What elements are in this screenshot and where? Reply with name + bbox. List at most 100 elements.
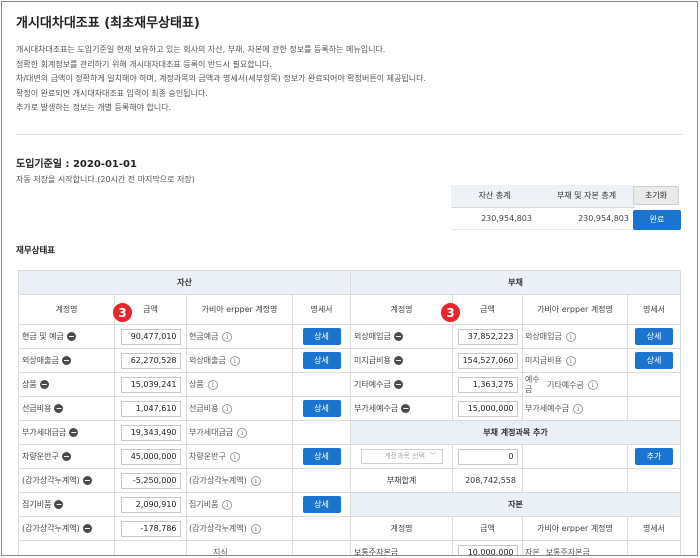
account-name: 기타예수금 — [354, 380, 391, 389]
erp-account-name: 부가세예수금 — [525, 404, 570, 413]
info-icon[interactable]: i — [250, 475, 261, 486]
col-erp-header: 가비아 erpper 계정명 — [522, 516, 628, 541]
col-erp-header: 가비아 erpper 계정명 — [186, 294, 293, 325]
table-row: 부가세대급금 − 19,343,490 부가세대급금 i 부채 계정과목 추가 — [18, 420, 681, 445]
account-name: 외상매출금 — [22, 356, 59, 365]
remove-icon[interactable]: − — [66, 332, 76, 341]
amount-input[interactable]: 10,000,000 — [457, 544, 518, 555]
table-row: (감가상각누계액) − -5,250,000 (감가상각누계액) i 부채합계 20… — [18, 468, 681, 493]
account-select[interactable]: 계정과목 선택 ﹀ — [360, 449, 443, 464]
liab-total-value: 230,954,803 — [538, 207, 635, 230]
col-statement-header: 명세서 — [627, 516, 681, 541]
erp-account-name: 차량운반구 — [189, 452, 226, 461]
erp-account-name: 집기비품 — [189, 500, 219, 509]
detail-button[interactable]: 상세 — [302, 352, 341, 369]
step-badge: 3 — [112, 302, 133, 323]
account-name: 집기비품 — [22, 500, 52, 509]
table-row: 차량운반구 − 45,000,000 차량운반구 i 상세 계정과목 선택 ﹀ 0 추… — [18, 444, 681, 469]
table-row: 선급비용 − 1,047,610 선급비용 i 상세 부가세예수금 − 15,000,… — [18, 396, 681, 421]
amount-input[interactable]: 15,039,241 — [120, 376, 181, 393]
account-name: 부가세대급금 — [22, 428, 67, 437]
erp-account-name: 선급비용 — [189, 404, 219, 413]
amount-input[interactable]: 2,090,910 — [120, 496, 181, 513]
info-icon[interactable]: i — [229, 451, 240, 462]
amount-input[interactable]: 19,343,490 — [120, 424, 181, 441]
intro-section: 개시대차대조표 (최초재무상태표) 개시대차대조표는 도입기준일 현재 보유하고… — [16, 12, 684, 116]
info-icon[interactable]: i — [565, 331, 576, 342]
info-icon[interactable]: i — [250, 523, 261, 534]
detail-button[interactable]: 상세 — [635, 328, 673, 345]
liab-total-label: 부채 및 자본 총계 — [538, 185, 635, 208]
equity-group-header: 자본 — [350, 492, 681, 517]
erp-account-name: (감가상각누계액) — [189, 476, 247, 485]
opening-balance-sheet-page: 개시대차대조표 (최초재무상태표) 개시대차대조표는 도입기준일 현재 보유하고… — [1, 1, 698, 556]
amount-input[interactable]: 1,363,275 — [457, 376, 518, 393]
divider — [16, 134, 682, 135]
info-icon[interactable]: i — [237, 427, 248, 438]
remove-icon[interactable]: − — [401, 404, 411, 413]
amount-input[interactable]: -178,786 — [120, 520, 181, 537]
info-icon[interactable]: i — [207, 379, 218, 390]
col-erp-header: 가비아 erpper 계정명 — [522, 294, 628, 325]
description-line: 확정이 완료되면 개시대차대조표 입력이 최종 승인됩니다. — [16, 88, 208, 98]
page-title: 개시대차대조표 (최초재무상태표) — [16, 16, 200, 31]
detail-button[interactable]: 상세 — [635, 352, 673, 369]
table-row: 지식 보통주자본금 10,000,000 자본 보통주자본금 — [18, 540, 681, 556]
step-badge: 3 — [440, 302, 461, 323]
info-icon[interactable]: i — [222, 403, 233, 414]
account-name: 선급비용 — [22, 404, 52, 413]
remove-icon[interactable]: − — [393, 332, 403, 341]
complete-button[interactable]: 완료 — [633, 210, 681, 230]
account-name: 상품 — [22, 380, 37, 389]
info-icon[interactable]: i — [222, 499, 233, 510]
remove-icon[interactable]: − — [61, 452, 71, 461]
info-icon[interactable]: i — [573, 403, 584, 414]
amount-input[interactable]: 1,047,610 — [120, 400, 181, 417]
erp-account-name: 외상매입금 — [525, 332, 562, 341]
remove-icon[interactable]: − — [393, 380, 403, 389]
amount-input[interactable]: 90,477,010 — [120, 328, 181, 345]
detail-button[interactable]: 상세 — [302, 448, 341, 465]
account-name: 부가세예수금 — [354, 404, 399, 413]
col-amount-header: 금액 — [452, 294, 523, 325]
remove-icon[interactable]: − — [61, 356, 71, 365]
amount-input[interactable]: -5,250,000 — [120, 472, 181, 489]
erp-account-name: 미지급비용 — [525, 356, 562, 365]
account-name: 현금 및 예금 — [22, 332, 64, 341]
info-icon[interactable]: i — [229, 355, 240, 366]
remove-icon[interactable]: − — [393, 356, 403, 365]
new-amount-input[interactable]: 0 — [457, 448, 518, 465]
detail-button[interactable]: 상세 — [302, 400, 341, 417]
erp-prefix: 자본 — [525, 548, 540, 556]
amount-input[interactable]: 154,527,060 — [457, 352, 518, 369]
info-icon[interactable]: i — [222, 331, 233, 342]
table-row: 외상매출금 − 62,270,528 외상매출금 i 상세 미지급비용 − 154,5… — [18, 348, 681, 373]
account-name: 미지급비용 — [354, 356, 391, 365]
remove-icon[interactable]: − — [39, 380, 49, 389]
erp-account-name: (감가상각누계액) — [189, 524, 247, 533]
description-line: 정확한 회계정보를 관리하기 위해 개시대차대조표 등록이 반드시 필요합니다. — [16, 59, 272, 69]
amount-input[interactable]: 37,852,223 — [457, 328, 518, 345]
account-name: (감가상각누계액) — [22, 476, 80, 485]
remove-icon[interactable]: − — [82, 476, 92, 485]
remove-icon[interactable]: − — [82, 524, 92, 533]
reset-button[interactable]: 초기화 — [633, 186, 679, 205]
remove-icon[interactable]: − — [54, 404, 64, 413]
chevron-down-icon: ﹀ — [429, 452, 437, 460]
info-icon[interactable]: i — [565, 355, 576, 366]
add-button[interactable]: 추가 — [635, 448, 673, 465]
amount-input[interactable]: 15,000,000 — [457, 400, 518, 417]
detail-button[interactable]: 상세 — [302, 496, 341, 513]
autosave-status: 자동 저장을 시작합니다.(20시간 전 마지막으로 저장) — [16, 175, 195, 184]
detail-button[interactable]: 상세 — [302, 328, 341, 345]
account-name: 차량운반구 — [22, 452, 59, 461]
erp-account-name: 지식 — [213, 548, 228, 556]
account-select-placeholder: 계정과목 선택 — [384, 452, 425, 460]
amount-input[interactable]: 45,000,000 — [120, 448, 181, 465]
remove-icon[interactable]: − — [69, 428, 79, 437]
remove-icon[interactable]: − — [54, 500, 64, 509]
info-icon[interactable]: i — [587, 379, 598, 390]
amount-input[interactable]: 62,270,528 — [120, 352, 181, 369]
section-title: 재무상태표 — [16, 246, 56, 256]
description-line: 차/대변의 금액이 정확하게 일치해야 하며, 계정과목의 금액과 명세서(세부… — [16, 74, 426, 84]
